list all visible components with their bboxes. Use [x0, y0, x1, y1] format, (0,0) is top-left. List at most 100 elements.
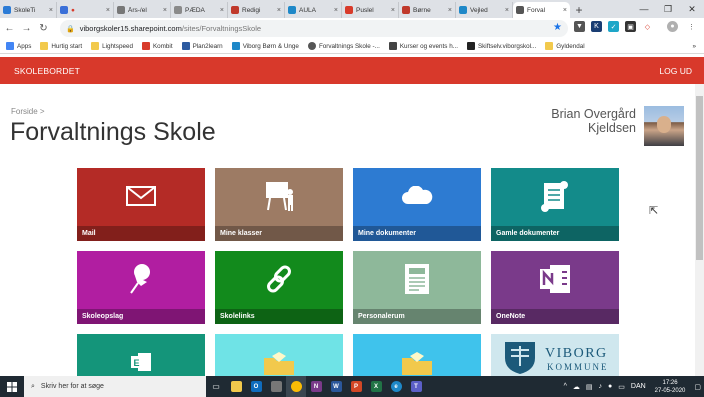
bookmark-label: Viborg Børn & Unge [242, 42, 299, 50]
browser-tab[interactable]: Vejled × [456, 2, 513, 18]
more-bookmarks-button[interactable]: » [692, 43, 696, 50]
taskbar-search-input[interactable]: ⌕ Skriv her for at søge [24, 376, 206, 397]
url-path: /sites/ForvaltningsSkole [181, 24, 262, 33]
tile-mine-dokumenter[interactable]: Mine dokumenter [353, 168, 481, 241]
tab-close-icon[interactable]: × [448, 7, 452, 14]
menu-icon[interactable]: ⋮ [686, 21, 697, 32]
breadcrumb[interactable]: Forside > [11, 107, 45, 116]
bookmark-item[interactable]: Kombit [141, 42, 173, 50]
tile-folder[interactable] [353, 334, 481, 376]
tile-excel[interactable]: E [77, 334, 205, 376]
extension-icon[interactable]: ▣ [625, 21, 636, 32]
bookmark-item[interactable]: Gyldendal [545, 42, 585, 50]
tray-chevron-icon[interactable]: ^ [564, 383, 567, 390]
edge-icon[interactable]: e [386, 376, 406, 397]
volume-icon[interactable]: ♪ [599, 383, 603, 390]
tab-favicon-icon [231, 6, 239, 14]
mouse-cursor-icon: ⇱ [649, 205, 659, 217]
browser-tab[interactable]: SkoleTi × [0, 2, 57, 18]
site-brand[interactable]: SKOLEBORDET [14, 66, 80, 76]
bookmark-item[interactable]: Hurtig start [40, 42, 82, 50]
browser-tab[interactable]: AULA × [285, 2, 342, 18]
tile-onenote[interactable]: OneNote [491, 251, 619, 324]
tab-close-icon[interactable]: × [163, 7, 167, 14]
tab-favicon-icon [3, 6, 11, 14]
forward-icon[interactable]: → [19, 21, 34, 36]
tile-skoleopslag[interactable]: Skoleopslag [77, 251, 205, 324]
extension-icon[interactable]: K [591, 21, 602, 32]
tab-close-icon[interactable]: × [391, 7, 395, 14]
extension-icon[interactable]: ▼ [574, 21, 585, 32]
clock[interactable]: 17:26 27-05-2020 [655, 379, 686, 395]
browser-tab[interactable]: ● × [57, 2, 114, 18]
browser-tab[interactable]: Børne × [399, 2, 456, 18]
browser-tab[interactable]: PÆDA × [171, 2, 228, 18]
bookmark-label: Gyldendal [556, 42, 585, 50]
tab-favicon-icon [516, 6, 524, 14]
word-icon[interactable]: W [326, 376, 346, 397]
bookmark-item[interactable]: Kurser og events h... [388, 42, 458, 50]
language-indicator[interactable]: DAN [631, 383, 646, 390]
bookmark-item[interactable]: Skiftselv.viborgskol... [466, 42, 536, 50]
minimize-icon[interactable]: — [632, 0, 656, 18]
battery-icon[interactable]: ▭ [618, 383, 625, 391]
bookmark-star-icon[interactable]: ★ [553, 22, 562, 33]
svg-text:E: E [134, 358, 140, 368]
tile-mine-klasser[interactable]: Mine klasser [215, 168, 343, 241]
back-icon[interactable]: ← [2, 21, 17, 36]
outlook-icon[interactable]: O [246, 376, 266, 397]
reload-icon[interactable]: ↻ [36, 21, 51, 36]
teams-icon[interactable]: T [406, 376, 426, 397]
restore-icon[interactable]: ❐ [656, 0, 680, 18]
lock-icon[interactable]: 🔒 [66, 25, 75, 33]
tab-close-icon[interactable]: × [563, 7, 567, 14]
onenote-taskbar-icon[interactable]: N [306, 376, 326, 397]
avatar-face [657, 116, 671, 133]
tab-close-icon[interactable]: × [334, 7, 338, 14]
bookmark-apps[interactable]: Apps [6, 42, 31, 50]
tile-folder[interactable] [215, 334, 343, 376]
extension-icon[interactable]: ● [667, 21, 678, 32]
scrollbar-thumb[interactable] [696, 96, 703, 260]
bookmark-item[interactable]: Viborg Børn & Unge [231, 42, 299, 50]
tab-close-icon[interactable]: × [277, 7, 281, 14]
bookmark-item[interactable]: Plan2learn [181, 42, 223, 50]
file-explorer-icon[interactable] [226, 376, 246, 397]
bookmark-item[interactable]: Lightspeed [91, 42, 133, 50]
new-tab-button[interactable]: + [570, 2, 588, 18]
avatar[interactable] [644, 106, 684, 146]
tile-viborg-kommune[interactable]: VIBORG KOMMUNE [491, 334, 619, 376]
tile-personalerum[interactable]: Personalerum [353, 251, 481, 324]
browser-tab[interactable]: Redigi × [228, 2, 285, 18]
tab-close-icon[interactable]: × [49, 7, 53, 14]
start-button[interactable] [0, 376, 24, 397]
tab-close-icon[interactable]: × [220, 7, 224, 14]
excel-taskbar-icon[interactable]: X [366, 376, 386, 397]
mic-icon[interactable]: ● [608, 383, 612, 390]
network-icon[interactable]: ▤ [586, 383, 593, 391]
tile-mail[interactable]: Mail [77, 168, 205, 241]
url-input[interactable]: 🔒 viborgskoler15.sharepoint.com/sites/Fo… [60, 20, 568, 37]
close-window-icon[interactable]: ✕ [680, 0, 704, 18]
extension-icon[interactable]: ◇ [642, 21, 653, 32]
bookmark-item[interactable]: Forvaltnings Skole -... [307, 42, 380, 50]
browser-tab-active[interactable]: Forval × [513, 2, 570, 18]
tab-close-icon[interactable]: × [106, 7, 110, 14]
notifications-icon[interactable]: ▢ [694, 383, 701, 391]
viborg-crest-logo [505, 342, 535, 374]
browser-tab[interactable]: Års-/el × [114, 2, 171, 18]
logout-link[interactable]: LOG UD [659, 66, 692, 76]
onedrive-icon[interactable]: ☁ [573, 383, 580, 391]
extension-icon[interactable]: ✓ [608, 21, 619, 32]
browser-tab[interactable]: Puslel × [342, 2, 399, 18]
tile-skolelinks[interactable]: Skolelinks [215, 251, 343, 324]
app-icon[interactable] [266, 376, 286, 397]
apps-grid-icon [6, 42, 14, 50]
chrome-icon[interactable] [286, 376, 306, 397]
tab-close-icon[interactable]: × [505, 7, 509, 14]
user-last-name: Kjeldsen [588, 121, 636, 135]
tile-gamle-dokumenter[interactable]: Gamle dokumenter [491, 168, 619, 241]
powerpoint-icon[interactable]: P [346, 376, 366, 397]
task-view-icon[interactable]: ▭ [206, 376, 226, 397]
arrow-icon [466, 42, 475, 50]
